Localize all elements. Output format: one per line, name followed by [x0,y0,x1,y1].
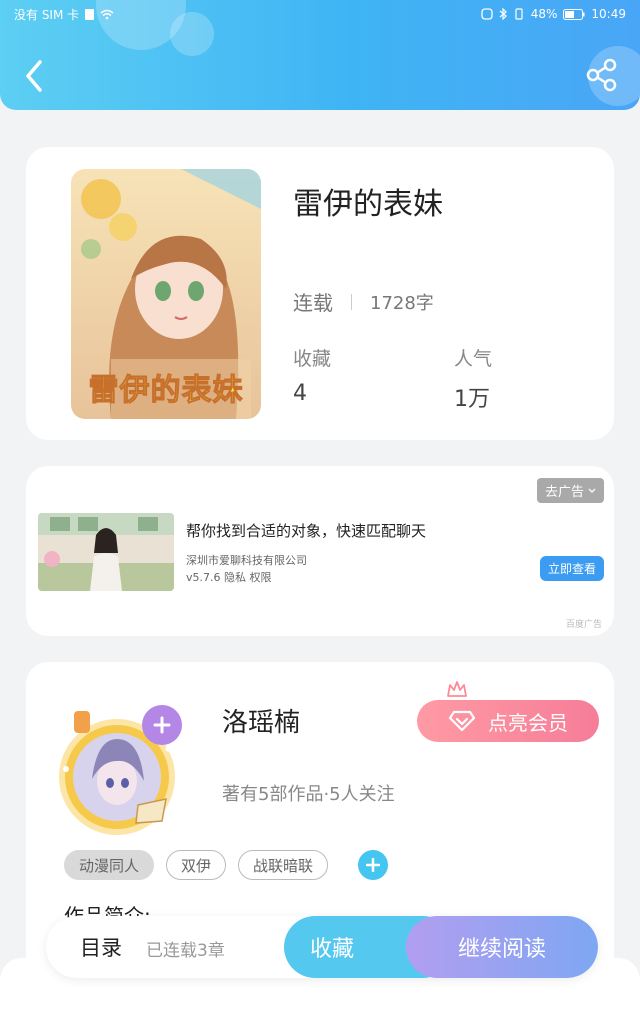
battery-percent: 48% [530,7,558,21]
cover-title-text: 雷伊的表妹 [88,373,244,409]
vibrate-icon [515,8,523,20]
tag-item[interactable]: 动漫同人 [64,850,155,880]
serial-status: 连载 [293,291,333,315]
tag-item[interactable]: 双伊 [166,850,227,880]
favorites-label: 收藏 [293,348,332,370]
ad-source-label: 百度广告 [565,620,602,630]
back-button[interactable] [22,58,50,94]
popularity-label: 人气 [454,348,493,370]
ad-card[interactable]: 去广告 帮你找到合适的对象，快速匹配聊天 深圳市爱聊科技有限公司 v5.7.6 … [26,466,614,636]
diamond-icon [448,710,476,732]
bottom-action-bar: 目录 已连载3章 收藏 继续阅读 [46,916,598,978]
top-header: 没有 SIM 卡 48% 10:49 [0,0,640,110]
chapter-count: 已连载3章 [146,941,225,961]
continue-reading-label: 继续阅读 [457,937,546,962]
plus-icon [153,716,171,734]
ad-company: 深圳市爱聊科技有限公司 [186,554,307,567]
book-title: 雷伊的表妹 [293,187,443,222]
status-bar: 没有 SIM 卡 48% 10:49 [0,0,640,28]
chevron-left-icon [26,60,42,92]
share-button[interactable] [586,58,618,92]
author-name: 洛瑶楠 [222,708,301,738]
remove-ad-label: 去广告 [544,485,584,500]
clock: 10:49 [591,7,626,21]
follow-author-button[interactable] [142,705,182,745]
carrier-label: 没有 SIM 卡 [14,7,80,22]
crown-icon [447,681,467,697]
book-cover[interactable]: 雷伊的表妹 [71,169,261,419]
plus-icon [366,858,381,872]
remove-ad-button[interactable]: 去广告 [536,478,604,503]
ad-image[interactable] [38,513,174,591]
divider [351,293,352,310]
tag-item[interactable]: 战联暗联 [238,850,329,880]
word-count: 1728字 [370,292,434,314]
battery-icon [563,8,585,20]
book-status-row: 连载 1728字 [293,287,434,316]
book-info-card: 雷伊的表妹 雷伊的表妹 连载 1728字 收藏 4 人气 1万 [26,147,614,440]
tag-list: 动漫同人 双伊 战联暗联 [64,850,389,880]
nfc-icon [481,8,493,20]
wifi-icon [100,9,114,19]
share-icon [586,58,617,92]
ad-photo [38,513,174,591]
bluetooth-icon [499,8,507,20]
chevron-down-icon [588,488,596,493]
ad-meta[interactable]: v5.7.6 隐私 权限 [186,569,272,585]
vip-label: 点亮会员 [488,710,568,735]
continue-reading-button[interactable]: 继续阅读 [406,916,598,978]
ad-headline: 帮你找到合适的对象，快速匹配聊天 [186,522,427,540]
table-of-contents-button[interactable]: 目录 [80,932,122,962]
vip-button[interactable]: 点亮会员 [417,700,599,742]
favorites-value: 4 [293,381,307,406]
add-tag-button[interactable] [358,850,389,880]
sim-icon [85,8,95,20]
ad-view-button[interactable]: 立即查看 [539,556,604,581]
popularity-value: 1万 [454,387,490,412]
author-stats: 著有5部作品·5人关注 [222,784,395,805]
favorites-button-label: 收藏 [310,937,355,962]
